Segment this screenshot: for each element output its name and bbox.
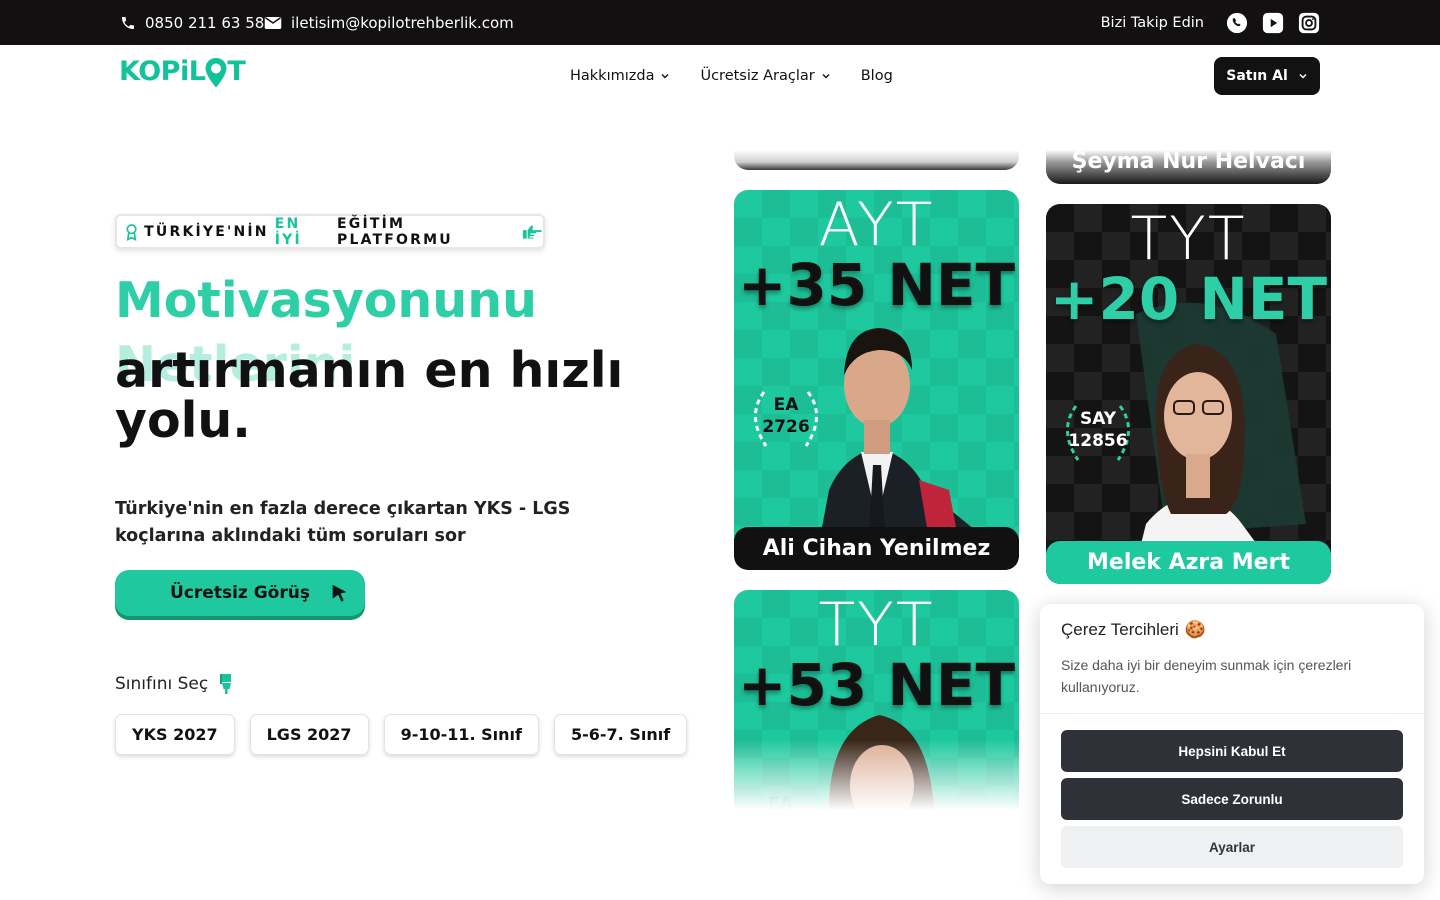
student-name-bar: Melek Azra Mert bbox=[1046, 541, 1331, 584]
student-card-ayt[interactable]: AYT +35 NET EA 2726 Ali Cihan Yenilmez bbox=[734, 190, 1019, 570]
chevron-down-icon bbox=[661, 74, 669, 79]
chevron-down-icon bbox=[822, 74, 830, 79]
net-increase: +53 NET bbox=[737, 651, 1016, 719]
cookie-description: Size daha iyi bir deneyim sunmak için çe… bbox=[1061, 657, 1352, 695]
award-icon bbox=[126, 223, 137, 241]
grade-option-middle-school[interactable]: 5-6-7. Sınıf bbox=[554, 714, 688, 755]
chevron-down-icon bbox=[1299, 74, 1307, 79]
grade-option-high-school[interactable]: 9-10-11. Sınıf bbox=[383, 714, 539, 755]
cursor-icon bbox=[332, 584, 347, 602]
logo[interactable]: KOPiL T bbox=[119, 56, 246, 87]
card-fade bbox=[734, 740, 1019, 810]
nav-menu: Hakkımızda Ücretsiz Araçlar Blog bbox=[570, 45, 893, 107]
buy-button-label: Satın Al bbox=[1226, 68, 1288, 84]
youtube-icon[interactable] bbox=[1262, 12, 1284, 34]
hero-title-line-1: Motivasyonunu bbox=[115, 272, 537, 329]
rank-wreath: EA 2726 bbox=[744, 386, 828, 452]
exam-field: EA bbox=[773, 395, 799, 415]
cookie-consent-dialog: Çerez Tercihleri 🍪 Size daha iyi bir den… bbox=[1040, 604, 1424, 884]
exam-rank: 12856 bbox=[1068, 431, 1128, 451]
student-card-partial-right: Şeyma Nur Helvacı bbox=[1046, 150, 1331, 184]
rank-wreath: SAY 12856 bbox=[1056, 400, 1140, 466]
email-address: iletisim@kopilotrehberlik.com bbox=[291, 13, 514, 32]
student-name: Melek Azra Mert bbox=[1087, 550, 1290, 575]
hero-title: Motivasyonunu Netlerini artırmanın en hı… bbox=[115, 276, 623, 445]
cookie-settings-button[interactable]: Ayarlar bbox=[1061, 826, 1403, 868]
nav-item-label: Blog bbox=[860, 68, 893, 84]
hero-subtitle: Türkiye'nin en fazla derece çıkartan YKS… bbox=[115, 499, 571, 546]
net-increase: +35 NET bbox=[737, 251, 1016, 319]
whatsapp-icon[interactable] bbox=[1226, 12, 1248, 34]
cta-label: Ücretsiz Görüş bbox=[170, 583, 310, 603]
logo-pin-icon bbox=[204, 57, 228, 87]
badge-text-3: EĞİTİM PLATFORMU bbox=[336, 215, 453, 248]
grade-selector: YKS 2027 LGS 2027 9-10-11. Sınıf 5-6-7. … bbox=[115, 714, 688, 755]
exam-field: SAY bbox=[1079, 409, 1117, 429]
nav-item-about[interactable]: Hakkımızda bbox=[570, 68, 670, 84]
hero-title-line-2: artırmanın en hızlı bbox=[115, 342, 624, 399]
exam-type: TYT bbox=[1130, 204, 1247, 274]
cookie-title: Çerez Tercihleri 🍪 bbox=[1061, 620, 1206, 640]
hero-title-line-3: yolu. bbox=[115, 392, 251, 449]
exam-type: AYT bbox=[818, 190, 935, 260]
buy-button[interactable]: Satın Al bbox=[1214, 57, 1320, 95]
cookie-icon: 🍪 bbox=[1184, 620, 1206, 639]
choose-grade-heading: Sınıfını Seç bbox=[115, 673, 236, 695]
nav-item-free-tools[interactable]: Ücretsiz Araçlar bbox=[700, 68, 830, 84]
badge-text-1: TÜRKİYE'NİN bbox=[144, 223, 269, 240]
grade-option-yks[interactable]: YKS 2027 bbox=[115, 714, 235, 755]
free-consultation-button[interactable]: Ücretsiz Görüş bbox=[115, 570, 365, 616]
student-card-partial-left bbox=[734, 150, 1019, 170]
only-required-button[interactable]: Sadece Zorunlu bbox=[1061, 778, 1403, 820]
main-nav: KOPiL T Hakkımızda Ücretsiz Araçlar Blog… bbox=[0, 45, 1440, 107]
exam-rank: 2726 bbox=[762, 417, 810, 437]
top-bar: 0850 211 63 58 iletisim@kopilotrehberlik… bbox=[0, 0, 1440, 45]
student-name-partial: Şeyma Nur Helvacı bbox=[1071, 150, 1306, 174]
logo-text-end: T bbox=[227, 56, 246, 87]
follow-label: Bizi Takip Edin bbox=[1100, 14, 1204, 31]
nav-item-label: Ücretsiz Araçlar bbox=[700, 68, 815, 84]
student-name-bar: Ali Cihan Yenilmez bbox=[734, 527, 1019, 570]
exam-type: TYT bbox=[818, 590, 935, 660]
instagram-icon[interactable] bbox=[1298, 12, 1320, 34]
nav-item-blog[interactable]: Blog bbox=[861, 68, 893, 84]
divider bbox=[1040, 713, 1424, 714]
badge-text-2: EN İYİ bbox=[274, 215, 302, 248]
nav-item-label: Hakkımızda bbox=[570, 68, 655, 84]
accept-all-button[interactable]: Hepsini Kabul Et bbox=[1061, 730, 1403, 772]
email-contact[interactable]: iletisim@kopilotrehberlik.com bbox=[264, 0, 514, 45]
phone-icon bbox=[122, 16, 134, 29]
social-follow: Bizi Takip Edin bbox=[1101, 0, 1320, 45]
pointing-down-icon bbox=[220, 674, 232, 694]
pointing-hand-icon bbox=[523, 224, 543, 239]
hero-title-line-2-wrap: Netlerini artırmanın en hızlı bbox=[115, 340, 623, 395]
net-increase: +20 NET bbox=[1049, 265, 1328, 333]
logo-text: KOPiL bbox=[119, 56, 206, 87]
cookie-title-text: Çerez Tercihleri bbox=[1061, 620, 1179, 639]
student-name: Ali Cihan Yenilmez bbox=[762, 536, 991, 561]
phone-number: 0850 211 63 58 bbox=[145, 13, 265, 32]
choose-grade-label: Sınıfını Seç bbox=[115, 674, 209, 694]
student-card-tyt-1[interactable]: TYT +20 NET SAY 12856 Melek Azra Mert bbox=[1046, 204, 1331, 584]
grade-option-lgs[interactable]: LGS 2027 bbox=[249, 714, 369, 755]
platform-badge: TÜRKİYE'NİN EN İYİ EĞİTİM PLATFORMU bbox=[115, 214, 545, 249]
mail-icon bbox=[264, 16, 282, 29]
student-card-tyt-2[interactable]: TYT +53 NET EA bbox=[734, 590, 1019, 810]
phone-contact[interactable]: 0850 211 63 58 bbox=[120, 0, 264, 45]
